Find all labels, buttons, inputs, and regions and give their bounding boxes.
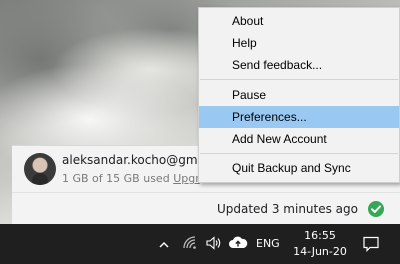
menu-item-about[interactable]: About — [199, 10, 399, 32]
check-circle-icon — [368, 201, 384, 217]
menu-item-preferences[interactable]: Preferences... — [199, 106, 399, 128]
sync-status-text: Updated 3 minutes ago — [216, 202, 358, 216]
menu-item-help[interactable]: Help — [199, 32, 399, 54]
account-email: aleksandar.kocho@gma — [62, 153, 205, 167]
storage-usage: 1 GB of 15 GB used — [62, 172, 170, 185]
menu-divider — [200, 79, 398, 80]
volume-icon[interactable] — [205, 235, 223, 255]
clock-time: 16:55 — [304, 229, 336, 242]
upgrade-link[interactable]: Upgr — [173, 172, 200, 185]
menu-item-quit[interactable]: Quit Backup and Sync — [199, 157, 399, 179]
taskbar: ENG 16:55 14-Jun-20 — [0, 224, 400, 264]
menu-divider — [200, 153, 398, 154]
wifi-icon[interactable] — [182, 235, 198, 255]
cloud-upload-icon[interactable] — [228, 235, 248, 255]
clock[interactable]: 16:55 14-Jun-20 — [290, 228, 350, 260]
clock-date: 14-Jun-20 — [293, 245, 347, 258]
language-indicator[interactable]: ENG — [256, 237, 280, 250]
account-storage: 1 GB of 15 GB used Upgr — [62, 172, 200, 185]
avatar — [24, 153, 56, 185]
chevron-up-icon[interactable] — [158, 236, 170, 255]
status-row: Updated 3 minutes ago — [12, 193, 400, 224]
menu-item-send-feedback[interactable]: Send feedback... — [199, 54, 399, 76]
menu-item-add-new-account[interactable]: Add New Account — [199, 128, 399, 150]
menu-item-pause[interactable]: Pause — [199, 84, 399, 106]
context-menu: About Help Send feedback... Pause Prefer… — [198, 7, 400, 183]
notification-icon[interactable] — [362, 235, 380, 257]
